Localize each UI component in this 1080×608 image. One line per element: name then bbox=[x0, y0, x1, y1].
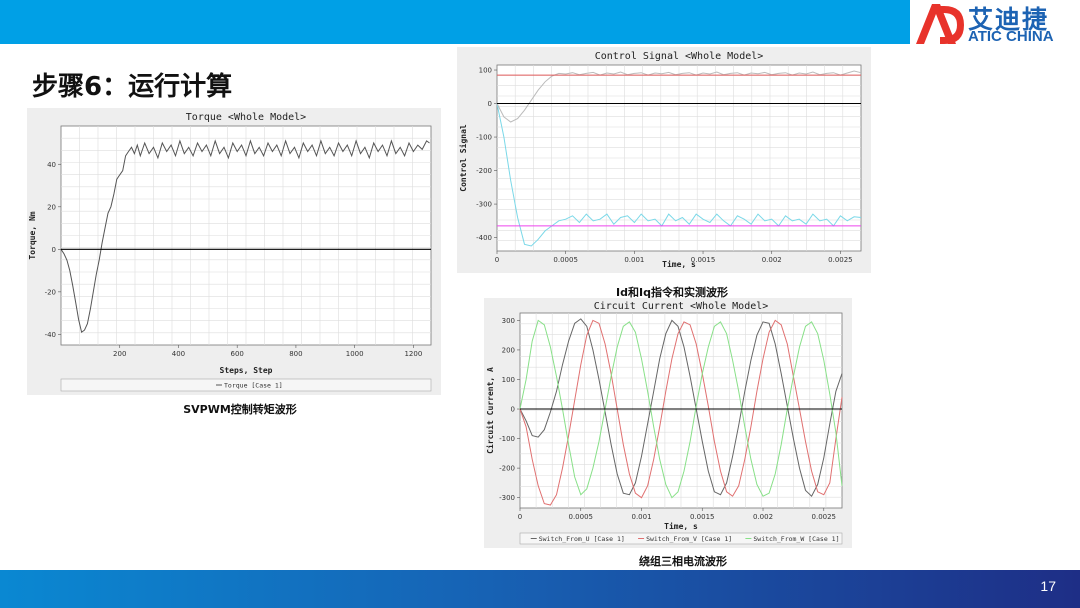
x-tick-label: 200 bbox=[113, 350, 126, 358]
legend-entry: Switch_From_U [Case 1] bbox=[539, 535, 625, 543]
legend-entry: Switch_From_W [Case 1] bbox=[753, 535, 839, 543]
y-tick-label: 20 bbox=[47, 203, 56, 211]
y-tick-label: 300 bbox=[502, 317, 515, 325]
y-tick-label: -400 bbox=[476, 234, 492, 242]
x-axis-label: Steps, Step bbox=[220, 366, 273, 375]
y-tick-label: -100 bbox=[476, 134, 492, 142]
logo-english-name: ATIC CHINA bbox=[968, 28, 1054, 45]
y-axis-label: Control Signal bbox=[458, 124, 468, 192]
y-tick-label: 0 bbox=[488, 100, 492, 108]
torque-chart: Torque <Whole Model>200 400 600 800 1000 1200… bbox=[27, 108, 441, 395]
legend-entry: Torque [Case 1] bbox=[224, 382, 283, 390]
legend-entry: Switch_From_V [Case 1] bbox=[646, 535, 732, 543]
x-tick-label: 0.0005 bbox=[553, 256, 578, 264]
y-tick-label: -100 bbox=[499, 435, 515, 443]
x-tick-label: 0.0025 bbox=[812, 513, 837, 521]
y-tick-label: 40 bbox=[47, 161, 56, 169]
y-tick-label: -300 bbox=[476, 201, 492, 209]
logo: 艾迪捷 ATIC CHINA bbox=[910, 0, 1080, 48]
x-tick-label: 1000 bbox=[346, 350, 364, 358]
bottom-bar bbox=[0, 570, 1080, 608]
x-tick-label: 0.0025 bbox=[828, 256, 853, 264]
y-tick-label: -40 bbox=[45, 331, 56, 339]
x-tick-label: 600 bbox=[231, 350, 244, 358]
slide-title: 步骤6：运行计算 bbox=[32, 72, 233, 102]
x-tick-label: 0 bbox=[518, 513, 522, 521]
x-tick-label: 0.001 bbox=[624, 256, 644, 264]
circuit-current-chart: Circuit Current <Whole Model> 0 0.0005 0.00… bbox=[484, 298, 852, 548]
x-tick-label: 400 bbox=[172, 350, 185, 358]
current-caption: 绕组三相电流波形 bbox=[639, 555, 727, 568]
y-axis-label: Circuit Current, A bbox=[485, 367, 495, 454]
slide: 艾迪捷 ATIC CHINA 步骤6：运行计算 Torque <Whole Mo… bbox=[0, 0, 1080, 608]
x-tick-label: 0.0005 bbox=[569, 513, 594, 521]
y-tick-label: 0 bbox=[511, 406, 515, 414]
y-tick-label: -200 bbox=[499, 465, 515, 473]
y-axis-label: Torque, Nm bbox=[28, 211, 37, 259]
y-tick-label: -300 bbox=[499, 494, 515, 502]
control-signal-chart: Control Signal <Whole Model> 0 0.0005 0.001… bbox=[457, 47, 871, 273]
x-axis-label: Time, s bbox=[664, 521, 698, 531]
x-tick-label: 0.001 bbox=[631, 513, 651, 521]
atic-logo-icon bbox=[916, 4, 964, 44]
y-tick-label: 200 bbox=[502, 346, 515, 354]
x-tick-label: 0.002 bbox=[762, 256, 782, 264]
x-tick-label: 0.0015 bbox=[690, 513, 715, 521]
y-tick-label: -200 bbox=[476, 167, 492, 175]
x-axis-label: Time, s bbox=[662, 259, 696, 269]
y-tick-label: 100 bbox=[479, 67, 492, 75]
chart-title: Torque <Whole Model> bbox=[186, 112, 306, 123]
y-tick-label: 0 bbox=[52, 246, 56, 254]
torque-caption: SVPWM控制转矩波形 bbox=[183, 403, 297, 416]
chart-title: Control Signal <Whole Model> bbox=[595, 51, 764, 62]
x-tick-label: 1200 bbox=[404, 350, 422, 358]
x-tick-label: 0.002 bbox=[753, 513, 773, 521]
x-tick-label: 0 bbox=[495, 256, 499, 264]
y-tick-label: -20 bbox=[45, 288, 56, 296]
y-tick-label: 100 bbox=[502, 376, 515, 384]
chart-title: Circuit Current <Whole Model> bbox=[594, 301, 769, 312]
x-tick-label: 800 bbox=[289, 350, 302, 358]
page-number: 17 bbox=[1040, 578, 1056, 594]
